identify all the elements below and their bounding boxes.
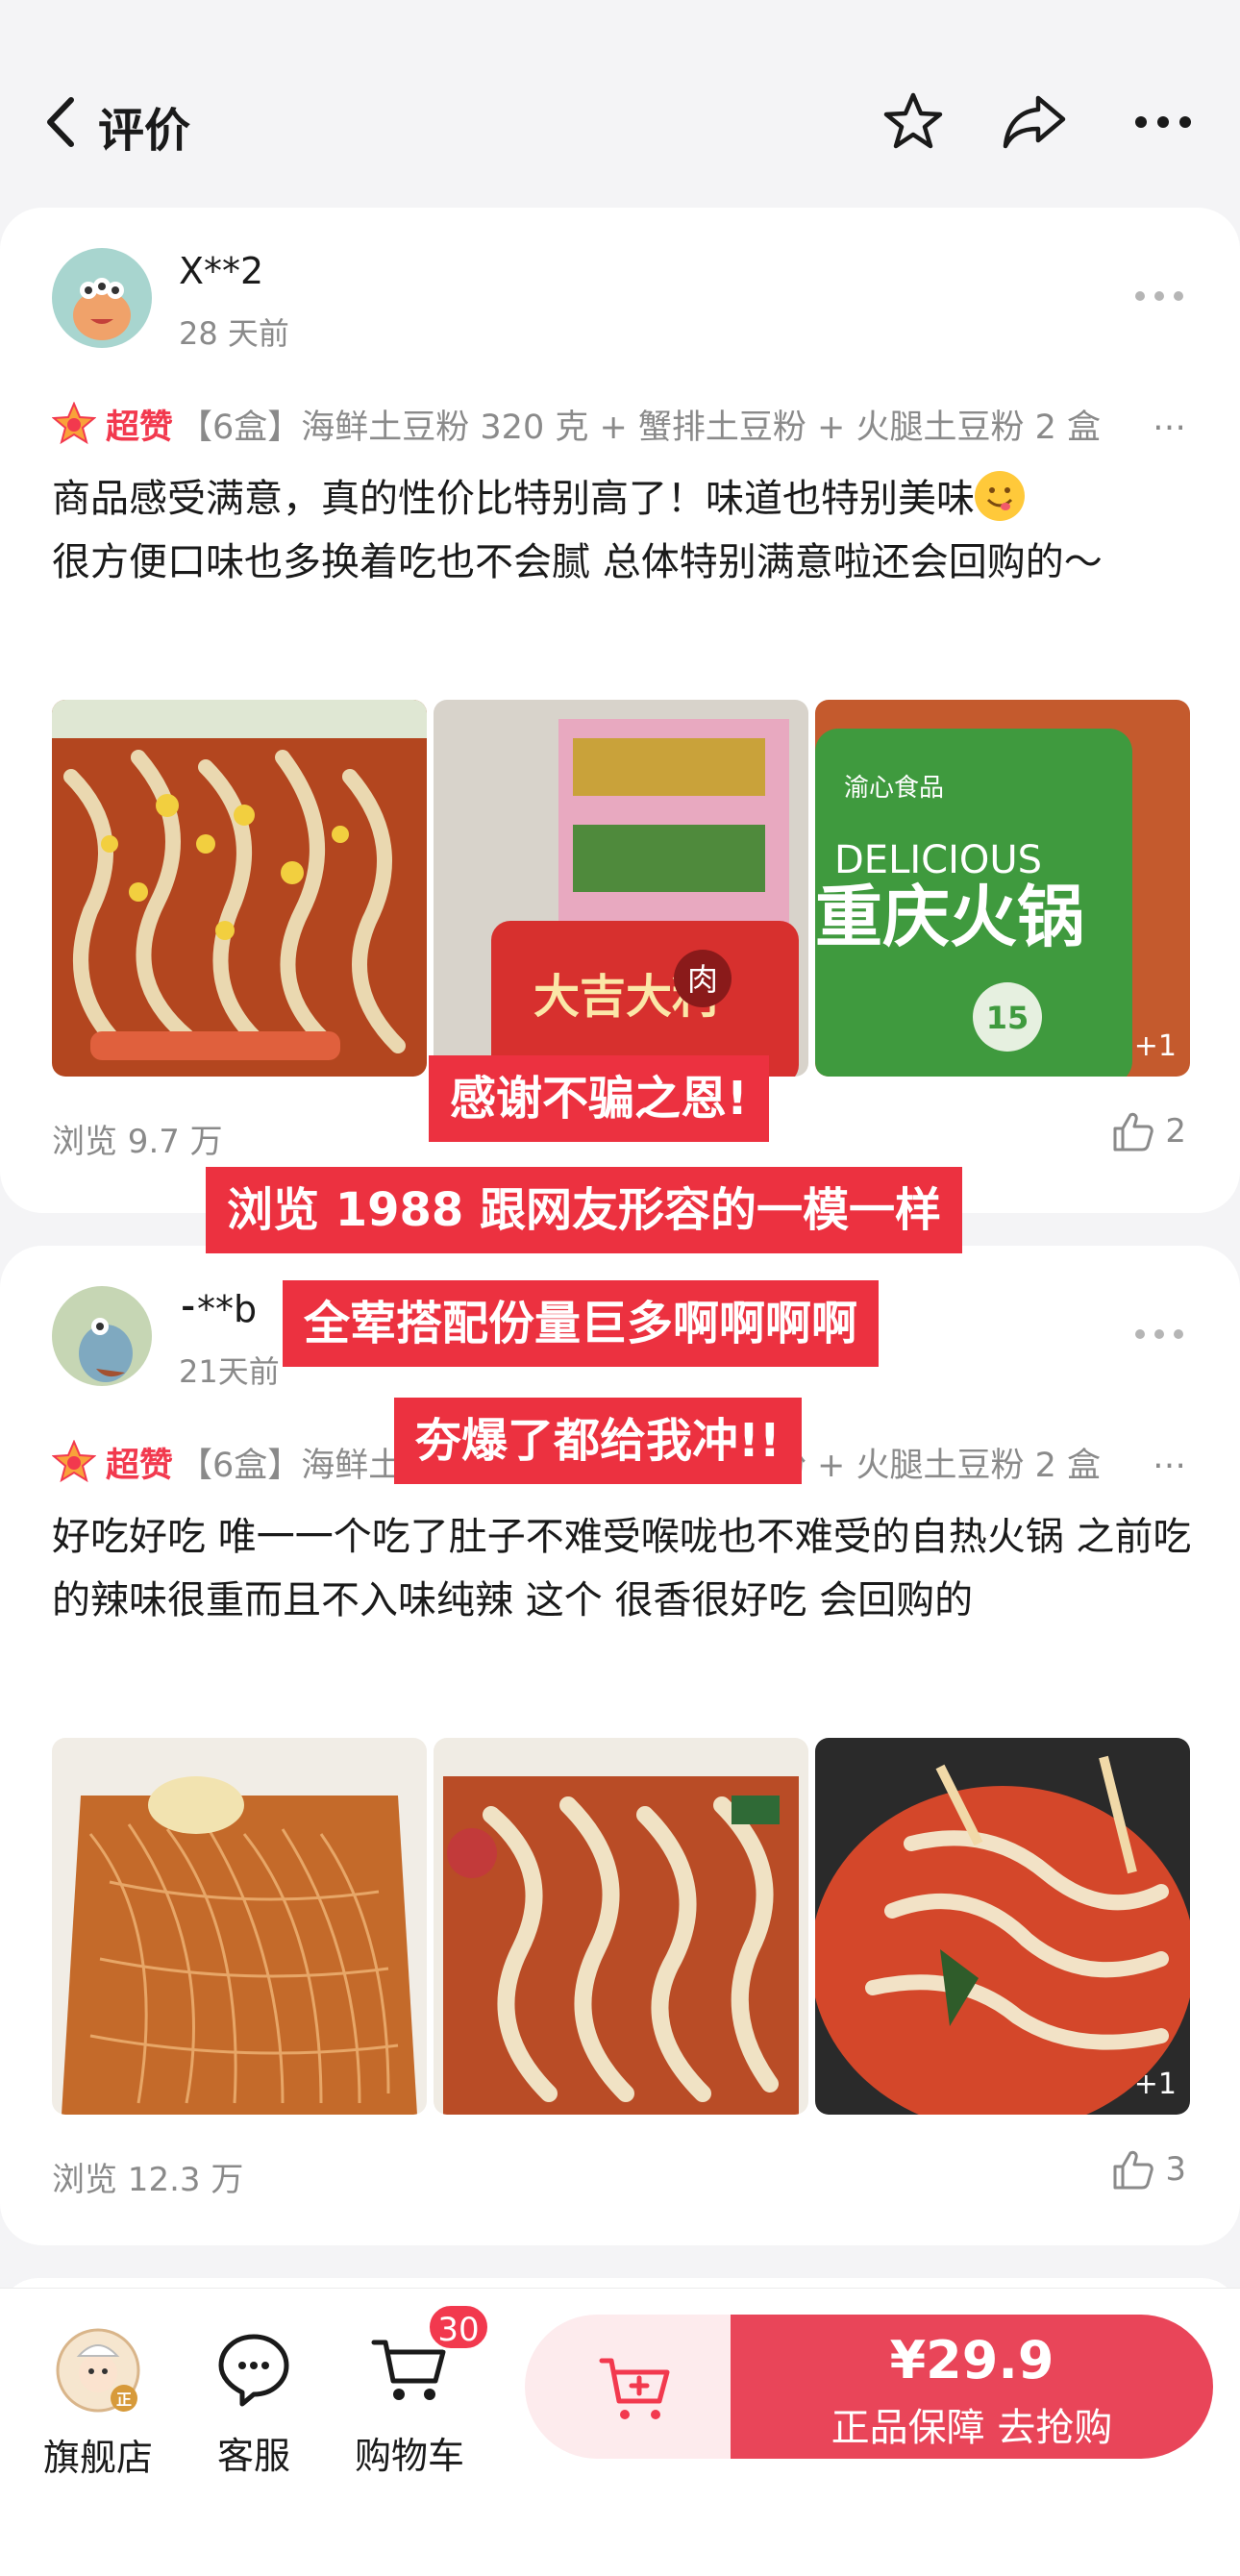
- buy-now-button[interactable]: ¥29.9 正品保障 去抢购: [731, 2315, 1213, 2459]
- add-cart-icon: [599, 2358, 670, 2419]
- yum-emoji-icon: [975, 471, 1025, 521]
- review-card: ⁃**b 21天前 超赞【6盒】海鲜土豆粉 320 克 + 蟹排土豆粉 + 火腿…: [0, 1246, 1240, 2245]
- caption-overlay: 夯爆了都给我冲!!: [394, 1398, 802, 1484]
- like-button[interactable]: 3: [1111, 2149, 1186, 2190]
- caption-overlay: 全荤搭配份量巨多啊啊啊啊: [283, 1280, 880, 1367]
- review-text: 好吃好吃 唯一一个吃了肚子不难受喉咙也不难受的自热火锅 之前吃的辣味很重而且不入…: [52, 1515, 1192, 1622]
- caption-overlay: 浏览 1988 跟网友形容的一模一样: [206, 1167, 963, 1253]
- price: ¥29.9: [889, 2330, 1054, 2390]
- more-icon[interactable]: [1134, 115, 1192, 129]
- view-count: 浏览 9.7 万: [52, 1123, 223, 1161]
- avatar[interactable]: [52, 248, 152, 348]
- like-button[interactable]: 2: [1111, 1111, 1186, 1152]
- review-text: 商品感受满意，真的性价比特别高了！味道也特别美味 很方便口味也多换着吃也不会腻 …: [52, 467, 1196, 594]
- thumbs-up-icon: [1113, 2150, 1154, 2190]
- review-photo[interactable]: 渝心食品 DELICIOUS 重庆火锅 15 +1: [815, 700, 1190, 1077]
- username[interactable]: X**2: [179, 250, 263, 292]
- ellipsis: …: [1149, 1438, 1186, 1476]
- add-to-cart-button[interactable]: [525, 2315, 736, 2459]
- star-icon[interactable]: [882, 90, 944, 152]
- review-photo[interactable]: +1: [815, 1738, 1190, 2115]
- sku-text: 【6盒】海鲜土豆粉 320 克 + 蟹排土豆粉 + 火腿土豆粉 2 盒: [179, 409, 1102, 447]
- review-time: 28 天前: [179, 315, 289, 352]
- chat-icon: [218, 2334, 289, 2407]
- more-photos-count: +1: [1133, 2068, 1177, 2101]
- share-icon[interactable]: [1000, 90, 1069, 152]
- photo-grid: +1: [52, 1738, 1190, 2115]
- review-photo[interactable]: [52, 1738, 427, 2115]
- ellipsis: …: [1149, 400, 1186, 438]
- review-photo[interactable]: [52, 700, 427, 1077]
- view-count: 浏览 12.3 万: [52, 2161, 244, 2199]
- sku-line: 超赞【6盒】海鲜土豆粉 320 克 + 蟹排土豆粉 + 火腿土豆粉 2 盒 …: [52, 400, 1186, 450]
- back-arrow-icon[interactable]: [37, 88, 85, 156]
- thumbs-up-icon: [1113, 1112, 1154, 1152]
- more-photos-count: +1: [1133, 1029, 1177, 1063]
- super-like-badge: 超赞: [106, 409, 174, 447]
- medal-icon: [52, 402, 96, 445]
- photo-minutes-text: 15: [986, 1000, 1029, 1036]
- store-tag-text: 正: [116, 2390, 132, 2409]
- medal-icon: [52, 1440, 96, 1483]
- top-bar: 评价: [0, 0, 1240, 202]
- photo-grid: 大吉大利肉 渝心食品 DELICIOUS 重庆火锅 15 +1: [52, 700, 1190, 1077]
- store-button[interactable]: 正 旗舰店: [38, 2327, 158, 2481]
- avatar[interactable]: [52, 1286, 152, 1386]
- review-photo[interactable]: [434, 1738, 808, 2115]
- cart-count-badge: 30: [427, 2303, 490, 2351]
- review-photo[interactable]: 大吉大利肉: [434, 700, 808, 1077]
- caption-overlay: 感谢不骗之恩!: [429, 1055, 769, 1142]
- customer-service-button[interactable]: 客服: [196, 2327, 311, 2479]
- service-label: 客服: [216, 2435, 290, 2477]
- username[interactable]: ⁃**b: [179, 1288, 257, 1330]
- review-time: 21天前: [179, 1353, 280, 1390]
- store-label: 旗舰店: [42, 2437, 153, 2479]
- page-title: 评价: [98, 104, 191, 158]
- buy-label: 正品保障 去抢购: [831, 2406, 1113, 2450]
- more-icon[interactable]: [1134, 290, 1184, 302]
- cart-label: 购物车: [354, 2435, 464, 2477]
- more-icon[interactable]: [1134, 1328, 1184, 1340]
- store-avatar-icon: 正: [56, 2328, 140, 2413]
- photo-tag-text: 肉: [687, 961, 718, 998]
- photo-english-text: DELICIOUS: [834, 838, 1042, 882]
- super-like-badge: 超赞: [106, 1447, 174, 1485]
- photo-brand-text: 渝心食品: [844, 774, 944, 803]
- photo-title-text: 重庆火锅: [815, 878, 1084, 956]
